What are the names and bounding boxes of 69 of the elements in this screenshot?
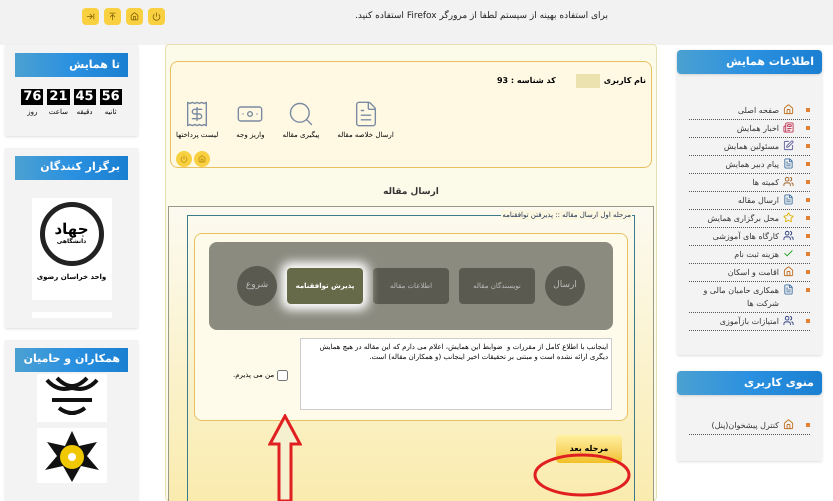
exit-button[interactable] xyxy=(82,8,99,25)
star-icon xyxy=(783,212,794,223)
power-button[interactable] xyxy=(148,8,165,25)
top-button[interactable] xyxy=(104,8,121,25)
section-header: تا همایش xyxy=(15,53,128,77)
section-header: برگزار کنندگان xyxy=(15,156,128,180)
exit-icon xyxy=(86,12,95,21)
bullet-icon xyxy=(806,144,810,148)
username-label: نام کاربری xyxy=(604,75,646,87)
browser-notice: برای استفاده بهینه از سیستم لطفا از مرورگر Firefox استفاده کنید. xyxy=(355,10,608,23)
menu-link[interactable]: ارسال مقاله xyxy=(689,194,779,207)
bullet-icon xyxy=(806,252,810,256)
house-icon xyxy=(783,419,794,430)
countdown-value: 56 xyxy=(100,89,122,105)
bullet-icon xyxy=(806,180,810,184)
menu-link[interactable]: اخبار همایش xyxy=(689,122,779,135)
house-icon xyxy=(783,266,794,277)
bullet-icon xyxy=(806,288,810,292)
check-icon xyxy=(783,248,794,259)
bullet-icon xyxy=(806,423,810,427)
document-icon xyxy=(783,194,794,205)
section-header: اطلاعات همایش xyxy=(677,50,822,74)
newspaper-icon xyxy=(783,122,794,133)
power-icon xyxy=(180,154,188,162)
power-button[interactable] xyxy=(176,150,192,166)
bullet-icon xyxy=(806,216,810,220)
section-header: همکاران و حامیان xyxy=(15,348,128,372)
home-button[interactable] xyxy=(194,150,210,166)
countdown-value: 21 xyxy=(47,89,70,105)
document-icon xyxy=(783,158,794,169)
menu-link[interactable]: کمیته ها xyxy=(689,176,779,189)
power-icon xyxy=(152,12,161,21)
menu-link[interactable]: کنترل پیشخوان(پنل) xyxy=(689,419,779,432)
section-header: منوی کاربری xyxy=(677,371,822,395)
menu-link[interactable]: همکاری حامیان مالی و شرکت ها xyxy=(689,284,779,310)
bullet-icon xyxy=(806,162,810,166)
section-title: ارسال مقاله xyxy=(382,186,440,198)
star-flower-logo xyxy=(36,428,106,482)
bullet-icon xyxy=(806,234,810,238)
username-value xyxy=(576,74,600,88)
accept-checkbox[interactable] xyxy=(277,370,288,381)
bullet-icon xyxy=(806,108,810,112)
bullet-icon xyxy=(806,270,810,274)
people-icon xyxy=(783,230,794,241)
bullet-icon xyxy=(806,126,810,130)
countdown-value: 76 xyxy=(21,89,44,105)
menu-link[interactable]: پیام دبیر همایش xyxy=(689,158,779,171)
menu-link[interactable]: مسئولین همایش xyxy=(689,140,779,153)
university-logo xyxy=(36,374,106,422)
home-icon xyxy=(198,154,206,162)
bullet-icon xyxy=(806,319,810,323)
people-icon xyxy=(783,315,794,326)
menu-link[interactable]: محل برگزاری همایش xyxy=(689,212,779,225)
menu-link[interactable]: اقامت و اسکان xyxy=(689,266,779,279)
countdown-value: 45 xyxy=(74,89,96,105)
menu-link[interactable]: کارگاه های آموزشی xyxy=(689,230,779,243)
bullet-icon xyxy=(806,198,810,202)
people-icon xyxy=(783,176,794,187)
menu-link[interactable]: امتیازات بازآموزی xyxy=(689,315,779,328)
user-id: کد شناسه : 93 xyxy=(496,75,556,87)
document-icon xyxy=(783,284,794,295)
logo-word: جهاد xyxy=(54,221,89,237)
home-button[interactable] xyxy=(126,8,143,25)
arrow-up-icon xyxy=(108,12,117,21)
menu-link[interactable]: هزینه ثبت نام xyxy=(689,248,779,261)
home-icon xyxy=(130,12,139,21)
house-icon xyxy=(783,104,794,115)
menu-link[interactable]: صفحه اصلی xyxy=(689,104,779,117)
pen-icon xyxy=(783,140,794,151)
